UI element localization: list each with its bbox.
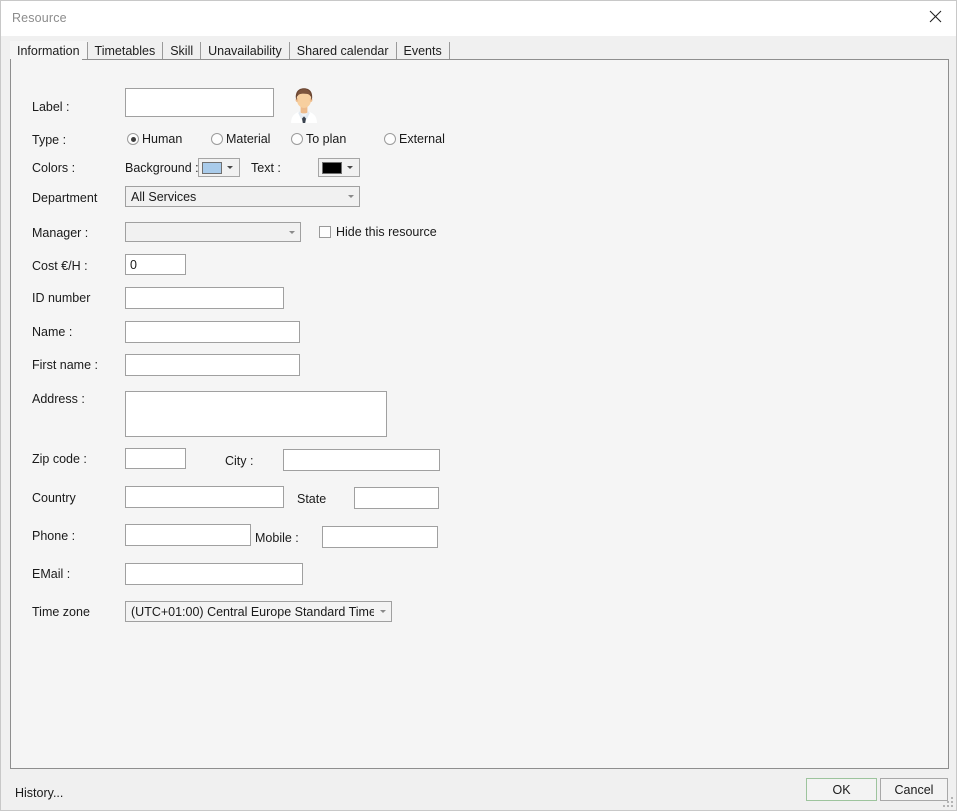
- first-name-field-label: First name :: [32, 358, 98, 372]
- time-zone-value: (UTC+01:00) Central Europe Standard Time: [131, 604, 375, 619]
- background-color-swatch: [202, 161, 222, 174]
- mobile-input[interactable]: [322, 526, 438, 548]
- tab-events[interactable]: Events: [397, 41, 450, 60]
- cancel-button[interactable]: Cancel: [880, 778, 948, 801]
- phone-field-label: Phone :: [32, 529, 76, 543]
- chevron-down-icon: [342, 166, 358, 169]
- radio-external[interactable]: External: [384, 132, 445, 146]
- radio-label: External: [399, 132, 445, 146]
- text-color-label: Text :: [251, 161, 281, 175]
- radio-human[interactable]: Human: [127, 132, 182, 146]
- tab-label: Information: [17, 43, 80, 58]
- colors-field-label: Colors :: [32, 161, 76, 175]
- zip-code-input[interactable]: [125, 448, 186, 469]
- id-number-field-label: ID number: [32, 291, 91, 305]
- email-field-label: EMail :: [32, 567, 71, 581]
- chevron-down-icon: [283, 230, 300, 234]
- chevron-down-icon: [374, 610, 391, 613]
- active-tab-seam: [11, 58, 82, 61]
- radio-label: To plan: [306, 132, 347, 146]
- tab-label: Events: [403, 43, 442, 58]
- text-color-picker[interactable]: [318, 158, 360, 177]
- address-field-label: Address :: [32, 392, 85, 406]
- resize-grip[interactable]: [943, 797, 954, 808]
- radio-label: Human: [142, 132, 183, 146]
- tab-separator: [448, 42, 450, 59]
- department-field-label: Department: [32, 191, 98, 205]
- radio-label: Material: [226, 132, 271, 146]
- title-bar: Resource: [1, 1, 956, 36]
- tab-label: Skill: [170, 43, 194, 58]
- tab-label: Timetables: [94, 43, 156, 58]
- tab-unavailability[interactable]: Unavailability: [201, 41, 290, 60]
- mobile-field-label: Mobile :: [255, 531, 299, 545]
- cost-input[interactable]: [125, 254, 186, 275]
- label-field-label: Label :: [32, 100, 70, 114]
- address-input[interactable]: [125, 391, 387, 437]
- label-input[interactable]: [125, 88, 274, 117]
- tab-timetables[interactable]: Timetables: [88, 41, 164, 60]
- text-color-swatch: [322, 161, 342, 174]
- city-input[interactable]: [283, 449, 440, 471]
- cost-field-label: Cost €/H :: [32, 259, 88, 273]
- manager-field-label: Manager :: [32, 226, 89, 240]
- tab-label: Shared calendar: [296, 43, 389, 58]
- tab-skill[interactable]: Skill: [163, 41, 202, 60]
- background-color-picker[interactable]: [198, 158, 240, 177]
- first-name-input[interactable]: [125, 354, 300, 376]
- window-title: Resource: [12, 11, 67, 25]
- person-avatar-icon: [288, 85, 320, 123]
- country-input[interactable]: [125, 486, 284, 508]
- chevron-down-icon: [342, 195, 359, 198]
- radio-indicator: [291, 133, 303, 145]
- background-color-label: Background :: [125, 161, 199, 175]
- tab-shared-calendar[interactable]: Shared calendar: [290, 41, 397, 60]
- tab-label: Unavailability: [208, 43, 282, 58]
- history-link[interactable]: History...: [15, 786, 63, 800]
- zip-code-field-label: Zip code :: [32, 452, 87, 466]
- department-value: All Services: [131, 189, 197, 204]
- city-field-label: City :: [225, 454, 254, 468]
- radio-indicator: [211, 133, 223, 145]
- radio-material[interactable]: Material: [211, 132, 270, 146]
- department-select[interactable]: All Services: [125, 186, 360, 207]
- time-zone-select[interactable]: (UTC+01:00) Central Europe Standard Time: [125, 601, 392, 622]
- type-field-label: Type :: [32, 133, 67, 147]
- ok-button[interactable]: OK: [806, 778, 877, 801]
- radio-indicator: [384, 133, 396, 145]
- country-field-label: Country: [32, 491, 76, 505]
- radio-to-plan[interactable]: To plan: [291, 132, 346, 146]
- checkbox-label: Hide this resource: [336, 225, 437, 239]
- phone-input[interactable]: [125, 524, 251, 546]
- name-field-label: Name :: [32, 325, 73, 339]
- name-input[interactable]: [125, 321, 300, 343]
- email-input[interactable]: [125, 563, 303, 585]
- id-number-input[interactable]: [125, 287, 284, 309]
- radio-indicator: [127, 133, 139, 145]
- state-field-label: State: [297, 492, 327, 506]
- checkbox-indicator: [319, 226, 331, 238]
- resource-dialog: Resource Information Timetables Skill Un…: [0, 0, 957, 811]
- close-icon[interactable]: [912, 1, 956, 32]
- chevron-down-icon: [222, 166, 238, 169]
- time-zone-field-label: Time zone: [32, 605, 90, 619]
- hide-resource-checkbox[interactable]: Hide this resource: [319, 225, 437, 239]
- manager-select[interactable]: [125, 222, 301, 242]
- state-input[interactable]: [354, 487, 439, 509]
